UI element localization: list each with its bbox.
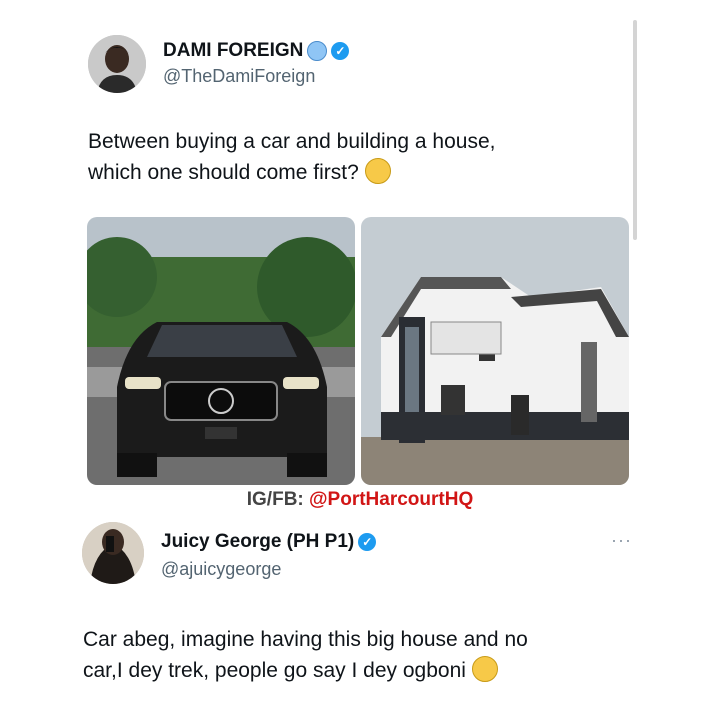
reply-text: Car abeg, imagine having this big house … [83,624,653,686]
thinking-face-icon [364,158,391,184]
crying-face-icon [471,656,498,682]
tweet-text: Between buying a car and building a hous… [88,126,628,188]
watermark-handle: @PortHarcourtHQ [309,489,474,510]
reply-author-name-text: Juicy George (PH P1) [161,531,355,552]
tweet-text-line-1: Between buying a car and building a hous… [88,130,496,153]
watermark-prefix: IG/FB: [246,489,310,510]
reply-text-line-1: Car abeg, imagine having this big house … [83,628,528,651]
author-name[interactable]: DAMI FOREIGN ✓ [163,40,350,62]
reply-author-name[interactable]: Juicy George (PH P1) ✓ [161,531,377,553]
house-photo[interactable] [361,217,629,485]
more-options-icon[interactable]: ··· [611,530,632,551]
reply-text-line-2: car,I dey trek, people go say I dey ogbo… [83,659,466,682]
verified-badge-icon: ✓ [358,533,377,551]
verified-badge-icon: ✓ [331,42,350,60]
avatar[interactable] [88,35,146,93]
scrollbar[interactable] [633,20,637,240]
tweet-text-line-2: which one should come first? [88,161,359,184]
reply-author-handle[interactable]: @ajuicygeorge [161,559,281,580]
reply-avatar[interactable] [82,522,144,584]
cold-face-emoji-icon [307,41,328,61]
watermark: IG/FB: @PortHarcourtHQ [160,489,560,511]
car-photo[interactable] [87,217,355,485]
author-name-text: DAMI FOREIGN [163,40,304,61]
author-handle[interactable]: @TheDamiForeign [163,66,315,87]
